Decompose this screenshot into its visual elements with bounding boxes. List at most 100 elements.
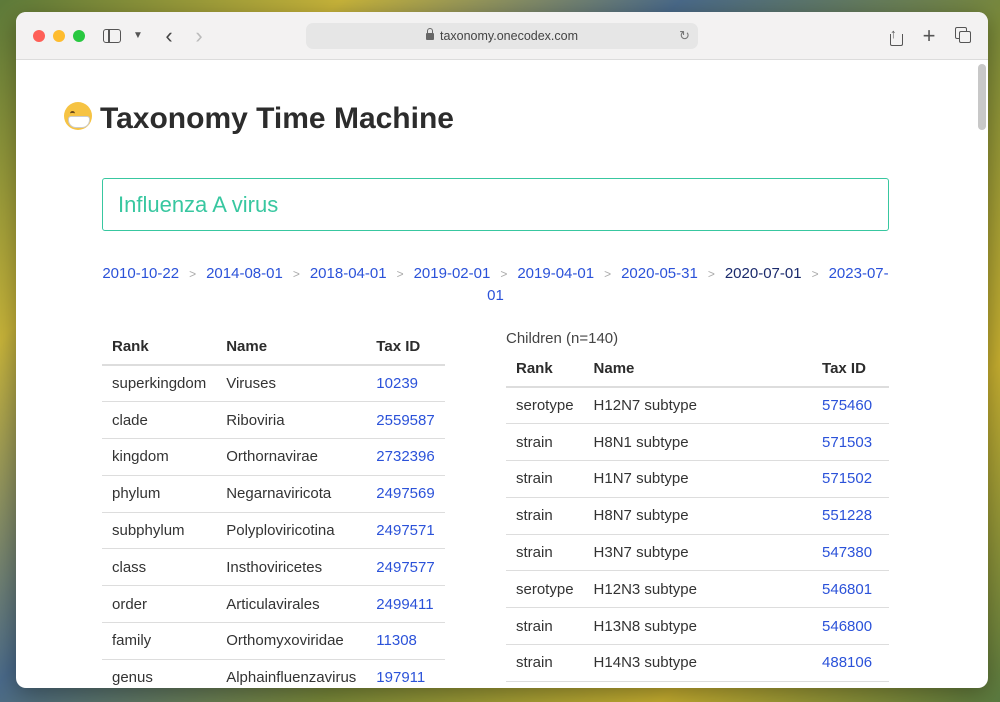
taxid-link[interactable]: 488106	[822, 654, 872, 671]
rank-cell: strain	[506, 497, 584, 535]
children-caption: Children (n=140)	[506, 330, 619, 347]
zoom-window-button[interactable]	[73, 30, 85, 42]
taxid-link[interactable]: 551228	[822, 507, 872, 524]
chevron-down-icon[interactable]: ▼	[132, 24, 144, 48]
version-link[interactable]: 2010-10-22	[102, 265, 179, 282]
version-separator: >	[811, 267, 819, 281]
taxid-cell: 10239	[366, 365, 445, 403]
forward-button[interactable]: ›	[190, 24, 208, 48]
version-link[interactable]: 2019-04-01	[517, 265, 594, 282]
name-header: Name	[216, 328, 367, 366]
taxid-cell: 488106	[812, 644, 889, 682]
table-row: order Articulavirales 2499411	[102, 585, 445, 624]
taxid-link[interactable]: 197911	[376, 669, 425, 686]
taxid-link[interactable]: 546800	[822, 618, 872, 635]
page-content: Taxonomy Time Machine 2010-10-22 >2014-08…	[16, 60, 988, 688]
version-link[interactable]: 2019-02-01	[414, 265, 491, 282]
version-separator: >	[604, 267, 612, 281]
browser-window: ▼ ‹ › taxonomy.onecodex.com ↻ ↑ + Taxono…	[16, 12, 988, 688]
rank-cell: family	[102, 622, 217, 660]
page-title: Taxonomy Time Machine	[64, 100, 454, 136]
rank-cell: subphylum	[102, 512, 217, 550]
rank-cell: strain	[506, 644, 584, 682]
version-separator: >	[500, 267, 508, 281]
taxid-header: Tax ID	[366, 328, 445, 366]
tab-overview-button[interactable]	[954, 24, 974, 48]
name-cell: Orthornavirae	[216, 438, 367, 476]
taxon-search-input[interactable]	[102, 178, 889, 231]
taxid-cell: 197911	[366, 659, 445, 688]
taxid-link[interactable]: 571502	[822, 470, 872, 487]
version-separator: >	[707, 267, 715, 281]
table-row: genus Alphainfluenzavirus 197911	[102, 659, 445, 688]
rank-cell: superkingdom	[102, 365, 217, 403]
taxid-cell: 2559587	[366, 401, 445, 440]
version-separator: >	[396, 267, 404, 281]
taxid-link[interactable]: 2732396	[376, 448, 434, 465]
new-tab-button[interactable]: +	[920, 24, 938, 48]
taxid-link[interactable]: 546801	[822, 581, 872, 598]
taxid-link[interactable]: 2559587	[376, 412, 434, 429]
table-row: subphylum Polyploviricotina 2497571	[102, 512, 445, 550]
minimize-window-button[interactable]	[53, 30, 65, 42]
rank-cell: strain	[506, 534, 584, 572]
table-row: phylum Negarnaviricota 2497569	[102, 475, 445, 513]
taxid-link[interactable]: 2497577	[376, 559, 434, 576]
taxid-cell: 2732396	[366, 438, 445, 476]
table-row: strain H8N1 subtype 571503	[506, 423, 889, 462]
rank-cell: serotype	[506, 570, 584, 609]
taxid-link[interactable]: 11308	[376, 632, 417, 649]
table-row: family Orthomyxoviridae 11308	[102, 622, 445, 660]
table-row: strain H14N3 subtype 488106	[506, 644, 889, 682]
rank-cell: phylum	[102, 475, 217, 513]
taxid-link[interactable]: 10239	[376, 375, 418, 392]
taxid-cell: 2499411	[366, 585, 445, 624]
table-row: kingdom Orthornavirae 2732396	[102, 438, 445, 476]
name-cell: Alphainfluenzavirus	[216, 659, 367, 688]
name-cell: H8N7 subtype	[583, 497, 813, 535]
version-link[interactable]: 2020-05-31	[621, 265, 698, 282]
taxid-cell: 2497571	[366, 512, 445, 550]
table-row: superkingdom Viruses 10239	[102, 365, 445, 403]
sidebar-toggle-icon[interactable]	[102, 24, 122, 48]
name-cell: Negarnaviricota	[216, 475, 367, 513]
rank-header: Rank	[506, 350, 584, 388]
taxid-link[interactable]: 2499411	[376, 596, 433, 613]
rank-cell: genus	[102, 659, 217, 688]
share-button[interactable]: ↑	[886, 24, 906, 48]
taxid-cell: 2497569	[366, 475, 445, 513]
rank-cell: strain	[506, 423, 584, 462]
rank-cell: clade	[102, 401, 217, 440]
taxid-cell: 546801	[812, 570, 889, 609]
address-bar[interactable]: taxonomy.onecodex.com ↻	[306, 23, 698, 49]
version-separator: >	[292, 267, 300, 281]
taxid-link[interactable]: 547380	[822, 544, 872, 561]
table-row: strain H3N7 subtype 547380	[506, 534, 889, 572]
taxid-link[interactable]: 575460	[822, 397, 872, 414]
taxid-link[interactable]: 571503	[822, 434, 872, 451]
scrollbar[interactable]	[978, 64, 986, 130]
back-button[interactable]: ‹	[160, 24, 178, 48]
reload-icon[interactable]: ↻	[679, 23, 690, 49]
taxid-cell: 2497577	[366, 548, 445, 587]
rank-cell: serotype	[506, 387, 584, 425]
lock-icon	[425, 28, 434, 40]
name-cell: H8N1 subtype	[583, 423, 813, 462]
close-window-button[interactable]	[33, 30, 45, 42]
taxid-cell: 575460	[812, 387, 889, 425]
name-cell: Orthomyxoviridae	[216, 622, 367, 660]
taxid-link[interactable]: 2497571	[376, 522, 434, 539]
name-cell: Articulavirales	[216, 585, 367, 624]
version-link[interactable]: 2020-07-01	[725, 265, 802, 282]
url-text: taxonomy.onecodex.com	[439, 29, 579, 43]
rank-cell: class	[102, 548, 217, 587]
taxid-link[interactable]: 2497569	[376, 485, 434, 502]
rank-cell: order	[102, 585, 217, 624]
taxid-cell: 571503	[812, 423, 889, 462]
name-cell: H1N7 subtype	[583, 460, 813, 498]
lineage-header-row: Rank Name Tax ID	[102, 328, 445, 366]
version-link[interactable]: 2014-08-01	[206, 265, 283, 282]
version-link[interactable]: 2018-04-01	[310, 265, 387, 282]
taxid-cell: 547380	[812, 534, 889, 572]
table-row: serotype H12N3 subtype 546801	[506, 570, 889, 609]
